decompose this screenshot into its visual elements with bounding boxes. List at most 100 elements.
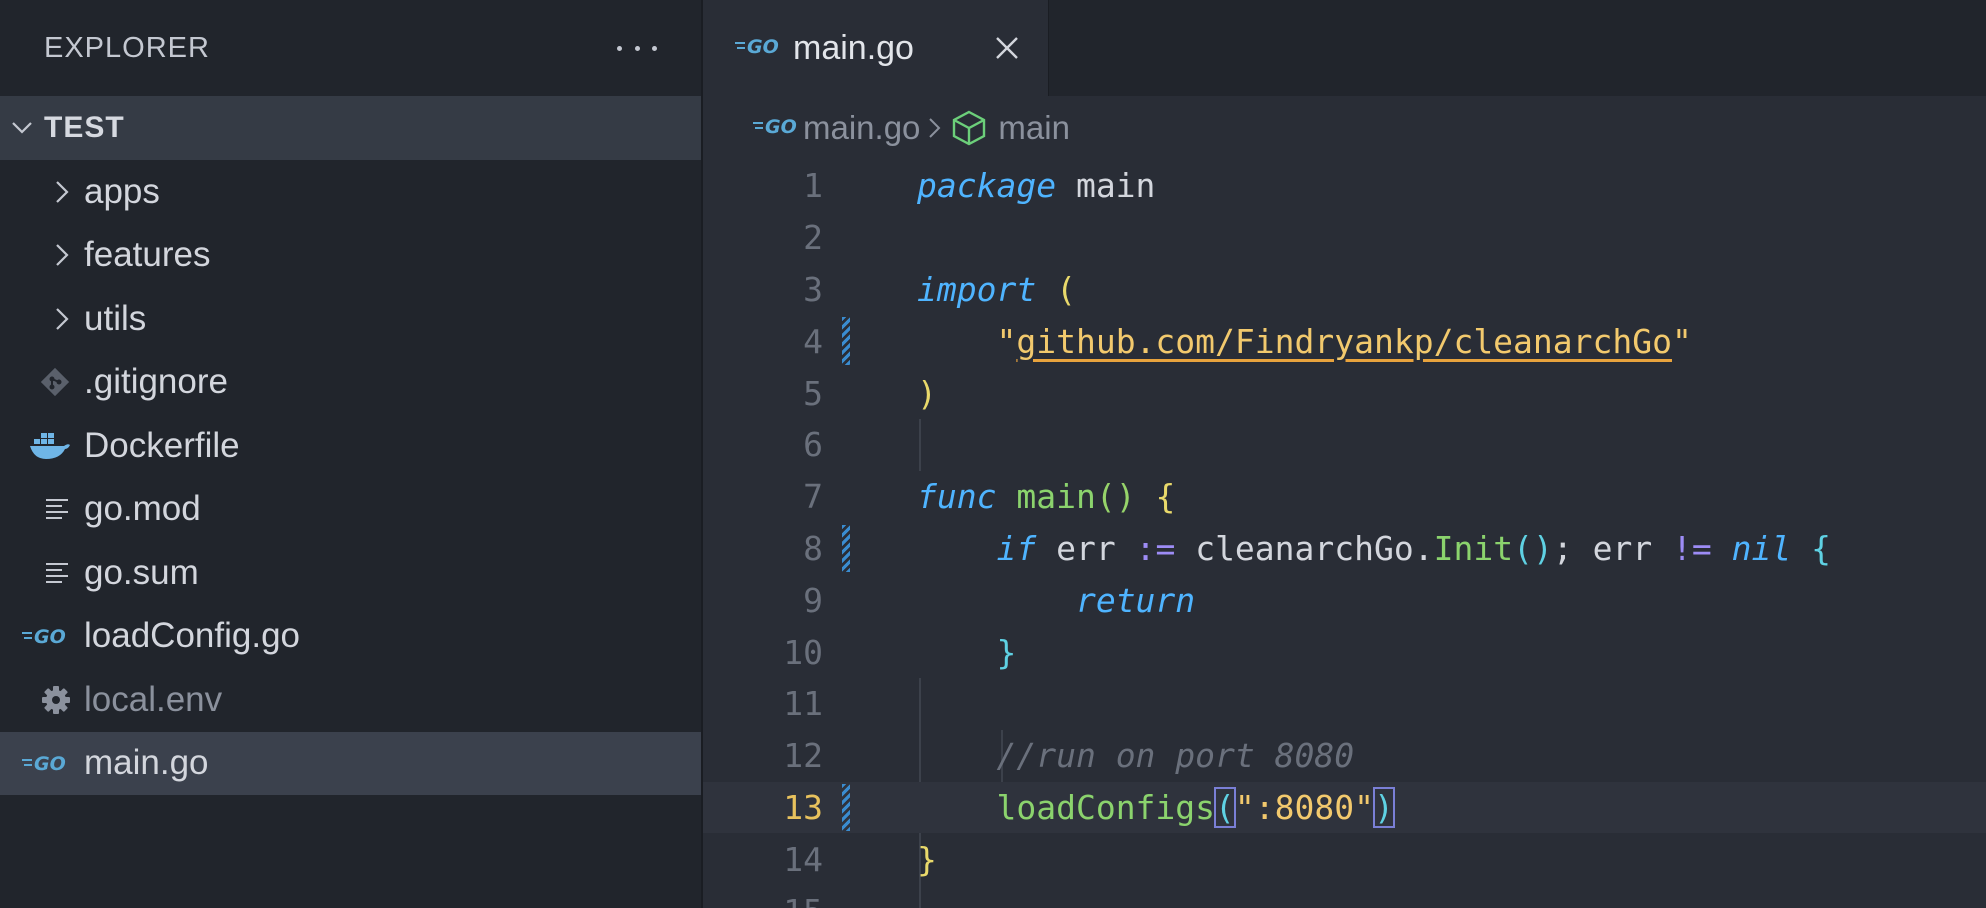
chevron-right-icon xyxy=(0,235,84,275)
svg-text:GO: GO xyxy=(34,626,66,647)
code-text: return xyxy=(917,581,1195,620)
gutter xyxy=(823,574,867,626)
more-actions-icon[interactable] xyxy=(617,38,657,58)
code-token: () xyxy=(1095,477,1136,517)
code-text: package main xyxy=(917,166,1155,205)
docker-icon xyxy=(0,426,84,466)
explorer-sidebar: EXPLORER TEST apps features utils .gitig… xyxy=(0,0,703,908)
code-line: 1 package main xyxy=(703,160,1986,212)
code-token: main xyxy=(996,477,1096,517)
gutter xyxy=(823,315,867,367)
svg-text:GO: GO xyxy=(34,753,66,774)
line-number: 5 xyxy=(803,373,823,413)
code-line: 14 } xyxy=(703,833,1986,885)
tree-item-label: local.env xyxy=(84,679,223,719)
tree-item-label: go.mod xyxy=(84,489,201,529)
code-line: 6 xyxy=(703,419,1986,471)
code-token: () xyxy=(1513,528,1553,568)
tree-item-features[interactable]: features xyxy=(0,224,701,288)
tree-item-label: features xyxy=(84,235,211,275)
cube-icon xyxy=(950,109,988,147)
tree-item-label: loadConfig.go xyxy=(84,616,300,656)
code-line: 5 ) xyxy=(703,367,1986,419)
code-token: if xyxy=(996,528,1037,568)
tree-item-loadconfig-go[interactable]: GO loadConfig.go xyxy=(0,605,701,669)
code-token: err xyxy=(1036,528,1136,568)
tree-item-label: apps xyxy=(84,171,160,211)
line-number: 12 xyxy=(783,736,823,776)
gutter xyxy=(823,160,867,212)
code-token: import xyxy=(917,269,1037,309)
code-token: package xyxy=(917,166,1057,206)
code-token: main xyxy=(1056,166,1156,206)
close-icon[interactable] xyxy=(990,31,1024,65)
line-number: 14 xyxy=(783,839,823,879)
line-number: 1 xyxy=(803,166,823,206)
code-token: loadConfigs xyxy=(996,787,1216,827)
explorer-header: EXPLORER xyxy=(0,0,701,96)
code-text: func main() { xyxy=(917,477,1175,516)
code-token: cleanarchGo. xyxy=(1175,528,1434,568)
code-editor[interactable]: 1 package main 2 3 import ( 4 "github.co… xyxy=(703,160,1986,908)
root-folder-test[interactable]: TEST xyxy=(0,96,701,160)
chevron-down-icon xyxy=(0,116,44,140)
tree-item-gitignore[interactable]: .gitignore xyxy=(0,351,701,415)
chevron-right-icon xyxy=(920,115,950,141)
code-token: " xyxy=(996,321,1017,361)
code-text: //run on port 8080 xyxy=(917,736,1354,775)
code-token: { xyxy=(1791,528,1832,568)
line-number: 11 xyxy=(783,684,823,724)
code-token: " xyxy=(1672,321,1692,361)
tree-item-apps[interactable]: apps xyxy=(0,160,701,224)
import-path-link[interactable]: github.com/Findryankp/cleanarchGo xyxy=(1016,322,1672,361)
code-text: ) xyxy=(917,374,937,413)
code-line: 15 xyxy=(703,885,1986,908)
line-number: 7 xyxy=(803,477,823,517)
code-line: 2 xyxy=(703,212,1986,264)
code-token: ) xyxy=(917,373,937,413)
code-token: Init xyxy=(1433,528,1514,568)
go-icon: GO xyxy=(0,616,84,656)
tree-item-utils[interactable]: utils xyxy=(0,287,701,351)
code-line: 3 import ( xyxy=(703,264,1986,316)
code-line: 4 "github.com/Findryankp/cleanarchGo" xyxy=(703,315,1986,367)
gear-icon xyxy=(0,680,84,720)
explorer-title: EXPLORER xyxy=(44,31,210,64)
gutter xyxy=(823,367,867,419)
gutter xyxy=(823,678,867,730)
code-token: } xyxy=(917,839,937,879)
vscode-window: EXPLORER TEST apps features utils .gitig… xyxy=(0,0,1986,908)
code-token: } xyxy=(996,632,1017,672)
chevron-right-icon xyxy=(0,299,84,339)
modified-line-marker[interactable] xyxy=(842,524,850,573)
line-number: 2 xyxy=(803,218,823,258)
go-icon: GO xyxy=(0,743,84,783)
modified-line-marker[interactable] xyxy=(842,783,850,832)
modified-line-marker[interactable] xyxy=(842,317,850,366)
code-line: 8 if err := cleanarchGo.Init(); err != n… xyxy=(703,523,1986,575)
gutter xyxy=(823,782,867,834)
code-text: import ( xyxy=(917,270,1076,309)
code-line: 7 func main() { xyxy=(703,471,1986,523)
code-line: 12 //run on port 8080 xyxy=(703,730,1986,782)
tree-item-dockerfile[interactable]: Dockerfile xyxy=(0,414,701,478)
tab-label: main.go xyxy=(793,28,914,67)
go-icon: GO xyxy=(751,115,803,142)
gutter xyxy=(823,833,867,885)
code-text: } xyxy=(917,633,1016,672)
code-line: 9 return xyxy=(703,574,1986,626)
editor-area: GO main.go GO main.go main 1 package mai… xyxy=(703,0,1986,908)
tree-item-go-mod[interactable]: go.mod xyxy=(0,478,701,542)
breadcrumb-file[interactable]: main.go xyxy=(803,109,920,147)
tree-item-local-env[interactable]: local.env xyxy=(0,668,701,732)
tree-item-go-sum[interactable]: go.sum xyxy=(0,541,701,605)
tree-item-label: go.sum xyxy=(84,552,199,592)
breadcrumb-symbol[interactable]: main xyxy=(998,109,1070,147)
line-number: 15 xyxy=(703,892,823,908)
tree-item-main-go[interactable]: GO main.go xyxy=(0,731,701,795)
code-text: if err := cleanarchGo.Init(); err != nil… xyxy=(917,529,1831,568)
tab-main-go[interactable]: GO main.go xyxy=(703,0,1049,96)
gutter xyxy=(823,885,867,908)
code-token: { xyxy=(1135,477,1176,517)
svg-text:GO: GO xyxy=(765,116,797,137)
